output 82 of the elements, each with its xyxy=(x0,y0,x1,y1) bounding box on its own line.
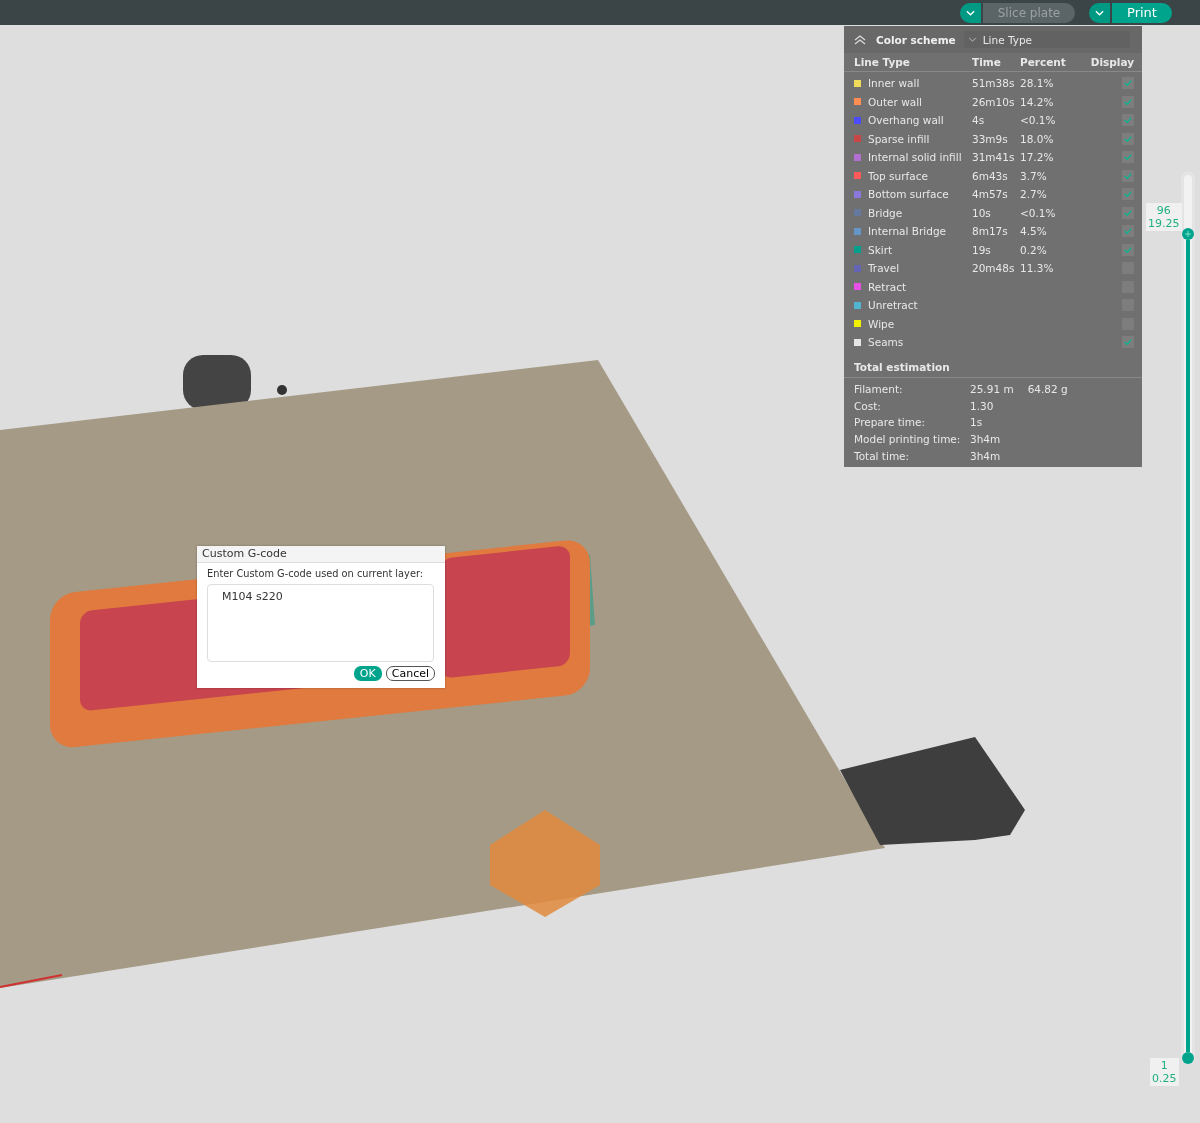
line-type-name: Bridge xyxy=(868,206,903,219)
gcode-field[interactable]: M104 s220 xyxy=(207,584,434,662)
cancel-button[interactable]: Cancel xyxy=(385,666,435,681)
percent-cell: 17.2% xyxy=(1020,151,1054,164)
line-type-name: Retract xyxy=(868,280,907,293)
percent-cell: 14.2% xyxy=(1020,95,1054,108)
line-type-name: Internal Bridge xyxy=(868,225,947,238)
dropdown-button[interactable] xyxy=(1089,2,1110,23)
time-cell: 33m9s xyxy=(972,132,1008,145)
time-cell: 20m48s xyxy=(972,262,1015,275)
time-cell: 4m57s xyxy=(972,188,1008,201)
ok-button[interactable]: OK xyxy=(353,666,382,681)
print-button[interactable]: Print xyxy=(1112,2,1172,23)
percent-cell: 4.5% xyxy=(1020,225,1047,238)
total-label: Total time: xyxy=(854,450,911,463)
percent-cell: 28.1% xyxy=(1020,77,1054,90)
chevron-down-icon xyxy=(966,9,975,16)
line-type-name: Top surface xyxy=(868,169,928,182)
column-header: Percent xyxy=(1020,56,1067,68)
line-type-name: Outer wall xyxy=(868,95,922,108)
layer-label: 96 19.25 xyxy=(1146,203,1182,231)
dialog-prompt: Enter Custom G-code used on current layer: xyxy=(207,568,425,579)
layer-label: 1 0.25 xyxy=(1150,1058,1179,1086)
line-type-name: Skirt xyxy=(868,243,893,256)
display-checkbox[interactable] xyxy=(1122,151,1134,164)
time-cell: 8m17s xyxy=(972,225,1008,238)
time-cell: 4s xyxy=(972,114,985,127)
total-value: 3h4m xyxy=(970,433,1001,446)
total-value: 1.30 xyxy=(970,399,994,412)
time-cell: 6m43s xyxy=(972,169,1008,182)
total-estimation-heading: Total estimation xyxy=(844,351,1142,378)
line-type-name: Unretract xyxy=(868,299,918,312)
collapse-icon[interactable] xyxy=(854,34,866,45)
percent-cell: <0.1% xyxy=(1020,206,1056,219)
line-type-name: Seams xyxy=(868,336,904,349)
total-label: Model printing time: xyxy=(854,433,962,446)
time-cell: 19s xyxy=(972,243,991,256)
time-cell: 26m10s xyxy=(972,95,1015,108)
display-checkbox[interactable] xyxy=(1122,132,1134,145)
percent-cell: 3.7% xyxy=(1020,169,1047,182)
total-label: Prepare time: xyxy=(854,416,926,429)
line-type-name: Overhang wall xyxy=(868,114,944,127)
line-type-name: Wipe xyxy=(868,317,895,330)
total-label: Filament: xyxy=(854,382,904,395)
scheme-dropdown[interactable]: Line Type xyxy=(963,31,1130,48)
time-cell: 10s xyxy=(972,206,991,219)
time-cell: 51m38s xyxy=(972,77,1015,90)
display-checkbox[interactable] xyxy=(1122,206,1134,219)
chevron-down-icon xyxy=(967,37,977,42)
time-cell: 31m41s xyxy=(972,151,1015,164)
column-header: Line Type xyxy=(854,56,911,68)
line-type-name: Travel xyxy=(868,262,900,275)
total-value: 25.91 m xyxy=(970,382,1014,395)
dropdown-button[interactable] xyxy=(960,2,981,23)
slider-handle[interactable] xyxy=(1182,228,1194,241)
percent-cell: <0.1% xyxy=(1020,114,1056,127)
percent-cell: 18.0% xyxy=(1020,132,1054,145)
column-header: Time xyxy=(972,56,1002,68)
display-checkbox[interactable] xyxy=(1122,336,1134,349)
dialog-title: Custom G-code xyxy=(197,546,445,563)
display-checkbox[interactable] xyxy=(1122,169,1134,182)
display-checkbox[interactable] xyxy=(1122,114,1134,127)
total-value: 3h4m xyxy=(970,450,1001,463)
display-checkbox[interactable] xyxy=(1122,243,1134,256)
total-value: 64.82 g xyxy=(1027,382,1068,395)
chevron-down-icon xyxy=(1095,9,1104,16)
line-type-name: Bottom surface xyxy=(868,188,949,201)
slider-handle[interactable] xyxy=(1182,1052,1194,1064)
display-checkbox[interactable] xyxy=(1122,77,1134,90)
display-checkbox[interactable] xyxy=(1122,225,1134,238)
total-value: 1s xyxy=(970,416,983,429)
column-header: Display xyxy=(1089,56,1135,68)
percent-cell: 11.3% xyxy=(1020,262,1054,275)
line-type-name: Inner wall xyxy=(868,77,920,90)
percent-cell: 2.7% xyxy=(1020,188,1047,201)
display-checkbox[interactable] xyxy=(1122,188,1134,201)
display-checkbox[interactable] xyxy=(1122,95,1134,108)
percent-cell: 0.2% xyxy=(1020,243,1047,256)
color-scheme-label: Color scheme xyxy=(876,33,956,46)
line-type-name: Sparse infill xyxy=(868,132,930,145)
total-label: Cost: xyxy=(854,399,882,412)
line-type-name: Internal solid infill xyxy=(868,151,962,164)
